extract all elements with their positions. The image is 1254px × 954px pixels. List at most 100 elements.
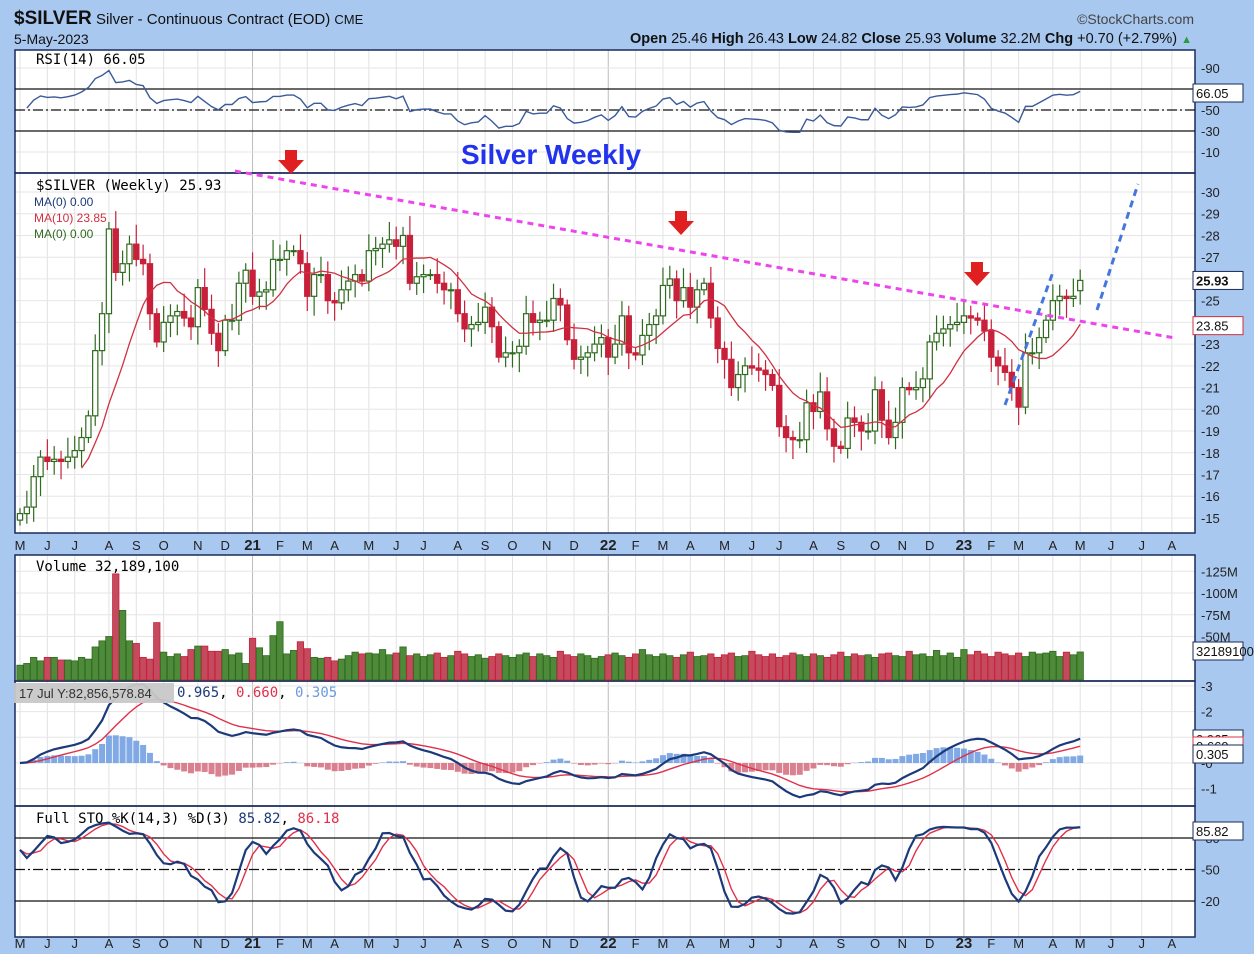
x-tick-label: J bbox=[776, 936, 783, 951]
x-tick-label: A bbox=[1168, 538, 1177, 553]
price-tick-label: -22 bbox=[1201, 359, 1220, 374]
volume-bar bbox=[645, 654, 653, 681]
candle-body bbox=[871, 389, 879, 432]
macd-histogram-bar bbox=[365, 763, 372, 766]
candle-body bbox=[345, 280, 352, 291]
x-tick-label: N bbox=[898, 936, 907, 951]
volume-legend: Volume 32,189,100 bbox=[36, 559, 179, 575]
candle-body bbox=[721, 347, 728, 360]
volume-bar bbox=[317, 657, 325, 681]
candle-body bbox=[741, 365, 749, 376]
macd-histogram-bar bbox=[263, 763, 270, 768]
candle-body bbox=[454, 289, 461, 315]
macd-histogram-bar bbox=[762, 763, 769, 771]
macd-histogram-bar bbox=[133, 740, 140, 763]
x-tick-label: 22 bbox=[600, 935, 617, 952]
volume-bar bbox=[782, 655, 790, 681]
volume-bar bbox=[625, 656, 633, 681]
candle-body bbox=[1022, 352, 1029, 408]
macd-histogram-bar bbox=[78, 755, 85, 763]
volume-bar bbox=[850, 653, 859, 681]
macd-histogram-bar bbox=[509, 763, 516, 773]
x-tick-label: O bbox=[159, 936, 169, 951]
candle-body bbox=[379, 243, 386, 250]
volume-bar bbox=[248, 637, 257, 681]
volume-bar bbox=[481, 657, 489, 681]
close-value-tag: 25.93 bbox=[1196, 273, 1229, 288]
volume-bar bbox=[761, 656, 770, 681]
volume-bar bbox=[543, 655, 551, 681]
candle-body bbox=[263, 289, 270, 293]
candle-body bbox=[23, 506, 31, 515]
volume-bar bbox=[700, 655, 708, 681]
candle-body bbox=[1056, 295, 1063, 302]
volume-bar bbox=[77, 656, 86, 681]
price-tick-label: -28 bbox=[1201, 228, 1220, 243]
volume-bar bbox=[180, 656, 188, 681]
candle-body bbox=[878, 389, 886, 421]
volume-bar bbox=[734, 656, 742, 681]
macd-histogram-bar bbox=[174, 763, 181, 770]
candle-body bbox=[782, 426, 790, 439]
macd-tick-label: -3 bbox=[1201, 679, 1213, 694]
candle-body bbox=[386, 239, 393, 245]
x-tick-label: M bbox=[1075, 538, 1086, 553]
price-tick-label: -25 bbox=[1201, 294, 1220, 309]
macd-histogram-bar bbox=[988, 758, 995, 763]
volume-bar bbox=[426, 654, 435, 681]
macd-histogram-bar bbox=[796, 763, 803, 775]
x-tick-label: M bbox=[1013, 538, 1024, 553]
price-tick-label: -17 bbox=[1201, 467, 1220, 482]
macd-histogram-bar bbox=[557, 758, 564, 763]
candle-body bbox=[885, 419, 892, 439]
x-tick-label: D bbox=[569, 538, 578, 553]
candle-body bbox=[78, 436, 85, 452]
candle-body bbox=[406, 234, 414, 284]
macd-histogram-bar bbox=[571, 763, 578, 764]
x-tick-label: J bbox=[1139, 936, 1146, 951]
candle-body bbox=[399, 234, 407, 247]
candle-body bbox=[92, 350, 99, 417]
volume-bar bbox=[823, 656, 831, 681]
x-tick-label: F bbox=[632, 538, 640, 553]
macd-histogram-bar bbox=[146, 752, 153, 763]
volume-bar bbox=[1028, 651, 1036, 681]
macd-histogram-bar bbox=[112, 735, 119, 763]
candle-body bbox=[413, 276, 420, 284]
candle-body bbox=[57, 458, 65, 463]
macd-histogram-bar bbox=[632, 762, 639, 763]
price-legend: $SILVER (Weekly) 25.93 bbox=[36, 178, 221, 194]
candle-body bbox=[146, 263, 154, 315]
candle-body bbox=[215, 332, 222, 352]
macd-hist-value-tag: 0.305 bbox=[1196, 747, 1229, 762]
volume-bar bbox=[467, 656, 476, 681]
volume-bar bbox=[474, 654, 482, 681]
macd-histogram-bar bbox=[283, 762, 290, 763]
candle-body bbox=[1063, 295, 1070, 300]
volume-bar bbox=[987, 656, 995, 681]
candle-body bbox=[830, 428, 838, 447]
volume-bar bbox=[64, 659, 72, 681]
x-tick-label: A bbox=[686, 538, 695, 553]
macd-histogram-bar bbox=[441, 763, 448, 770]
candle-body bbox=[953, 321, 961, 326]
candle-body bbox=[864, 430, 872, 433]
volume-bar bbox=[440, 656, 448, 681]
macd-histogram-bar bbox=[215, 763, 222, 777]
volume-bar bbox=[132, 643, 140, 681]
macd-histogram-bar bbox=[646, 759, 653, 763]
candle-body bbox=[762, 369, 769, 376]
x-tick-label: O bbox=[507, 538, 517, 553]
volume-bar bbox=[830, 654, 838, 681]
volume-bar bbox=[885, 652, 893, 681]
volume-bar bbox=[980, 653, 989, 681]
macd-histogram-bar bbox=[126, 737, 133, 763]
macd-histogram-bar bbox=[530, 763, 536, 766]
macd-histogram-bar bbox=[181, 763, 188, 772]
candle-body bbox=[126, 243, 133, 265]
macd-histogram-bar bbox=[817, 763, 824, 765]
macd-histogram-bar bbox=[119, 736, 126, 763]
x-tick-label: N bbox=[193, 538, 202, 553]
x-tick-label: M bbox=[302, 936, 313, 951]
x-tick-label: M bbox=[658, 936, 669, 951]
